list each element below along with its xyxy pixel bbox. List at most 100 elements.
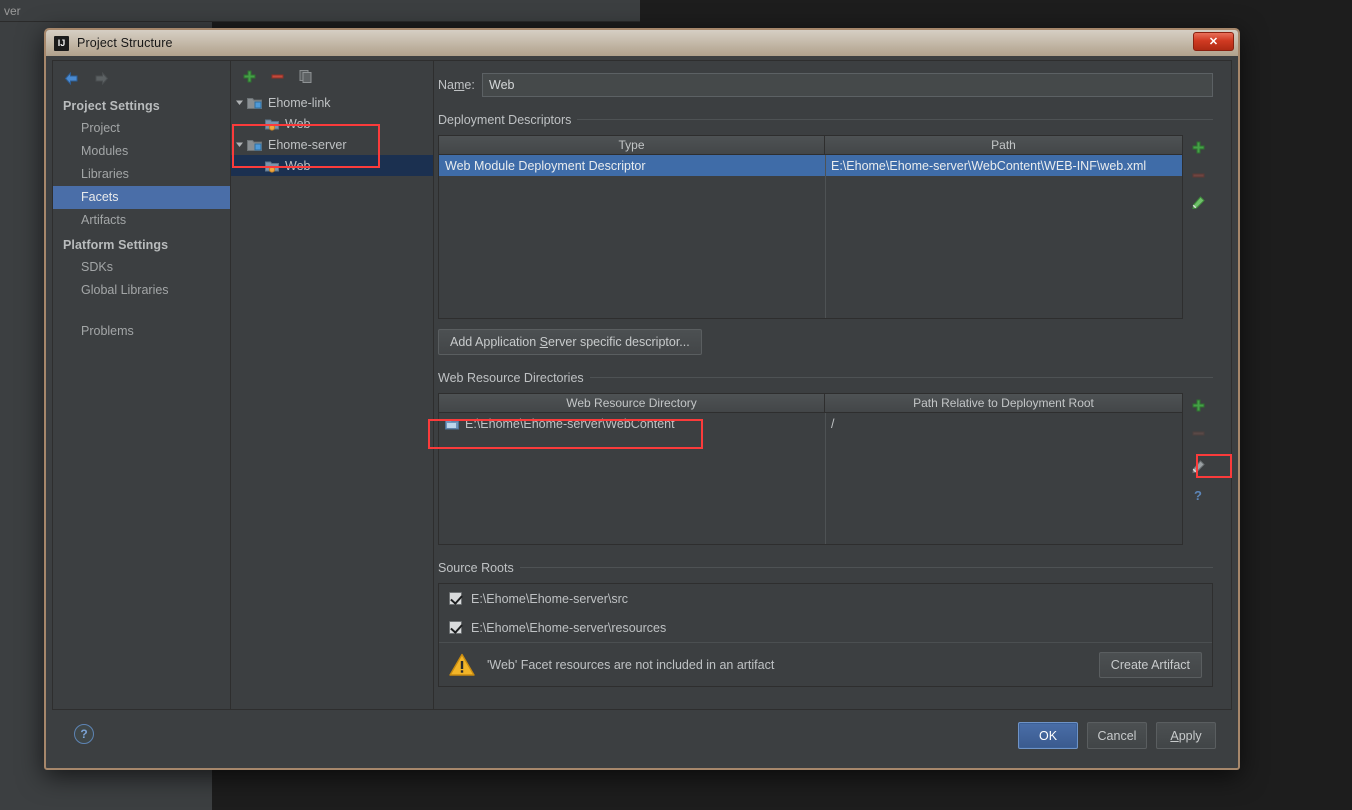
cell-type: Web Module Deployment Descriptor bbox=[445, 158, 646, 173]
remove-icon[interactable] bbox=[269, 68, 285, 84]
tree-node-label: Ehome-server bbox=[268, 137, 347, 152]
source-roots-title: Source Roots bbox=[438, 561, 520, 575]
ok-button[interactable]: OK bbox=[1018, 722, 1078, 749]
source-root-item[interactable]: E:\Ehome\Ehome-server\src bbox=[439, 584, 1212, 613]
source-root-item[interactable]: E:\Ehome\Ehome-server\resources bbox=[439, 613, 1212, 642]
add-descriptor-button-row: Add Application Server specific descript… bbox=[438, 329, 1213, 355]
column-header-type[interactable]: Type bbox=[439, 136, 825, 154]
add-web-resource-button[interactable] bbox=[1189, 396, 1207, 414]
table-body: E:\Ehome\Ehome-server\WebContent / bbox=[439, 413, 1182, 544]
source-roots-section-header: Source Roots bbox=[438, 559, 1213, 577]
cancel-button[interactable]: Cancel bbox=[1087, 722, 1147, 749]
column-header-path[interactable]: Path bbox=[825, 136, 1182, 154]
source-roots-box: E:\Ehome\Ehome-server\src E:\Ehome\Ehome… bbox=[438, 583, 1213, 687]
add-descriptor-button[interactable] bbox=[1189, 138, 1207, 156]
close-icon[interactable]: ✕ bbox=[1193, 32, 1234, 51]
background-tab-strip: ver bbox=[0, 0, 640, 22]
deployment-descriptors-section-header: Deployment Descriptors bbox=[438, 111, 1213, 129]
tree-node-label: Web bbox=[285, 158, 311, 173]
section-divider bbox=[438, 567, 1213, 568]
tree-node-label: Web bbox=[285, 116, 311, 131]
web-facet-icon bbox=[265, 160, 279, 173]
web-resource-directory-path: E:\Ehome\Ehome-server\WebContent bbox=[465, 416, 675, 431]
sidebar-item-libraries[interactable]: Libraries bbox=[53, 163, 230, 186]
facets-tree: Ehome-link Web Ehome-server Web bbox=[231, 92, 433, 176]
web-facet-icon bbox=[265, 118, 279, 131]
help-web-resource-button[interactable]: ? bbox=[1189, 486, 1207, 504]
sidebar-item-problems[interactable]: Problems bbox=[53, 320, 230, 343]
module-icon bbox=[247, 96, 262, 109]
module-icon bbox=[247, 138, 262, 151]
source-root-label: E:\Ehome\Ehome-server\src bbox=[471, 591, 628, 606]
table-row[interactable]: Web Module Deployment Descriptor E:\Ehom… bbox=[439, 155, 1182, 176]
web-resources-title: Web Resource Directories bbox=[438, 371, 590, 385]
artifact-warning-row: 'Web' Facet resources are not included i… bbox=[439, 642, 1212, 686]
tree-row[interactable]: Web bbox=[231, 113, 433, 134]
sidebar-item-project[interactable]: Project bbox=[53, 117, 230, 140]
apply-button[interactable]: Ap ply bbox=[1156, 722, 1216, 749]
checkbox-icon[interactable] bbox=[449, 592, 462, 605]
column-header-web-resource-directory[interactable]: Web Resource Directory bbox=[439, 394, 825, 412]
dialog-title: Project Structure bbox=[77, 36, 173, 50]
sidebar-item-sdks[interactable]: SDKs bbox=[53, 256, 230, 279]
facets-tree-toolbar bbox=[231, 61, 433, 90]
warning-triangle-icon bbox=[449, 653, 475, 677]
web-resources-table: Web Resource Directory Path Relative to … bbox=[438, 393, 1183, 545]
deployment-descriptors-table-wrap: Type Path Web Module Deployment Descript… bbox=[438, 135, 1213, 319]
remove-descriptor-button[interactable] bbox=[1189, 166, 1207, 184]
sidebar-item-facets[interactable]: Facets bbox=[53, 186, 230, 209]
tree-node-label: Ehome-link bbox=[268, 95, 331, 110]
project-structure-dialog: IJ Project Structure ✕ Project Settings … bbox=[44, 28, 1240, 770]
column-header-path-relative[interactable]: Path Relative to Deployment Root bbox=[825, 394, 1182, 412]
svg-text:?: ? bbox=[1194, 488, 1202, 502]
source-root-label: E:\Ehome\Ehome-server\resources bbox=[471, 620, 667, 635]
tree-row[interactable]: Ehome-server bbox=[231, 134, 433, 155]
folder-icon bbox=[445, 418, 459, 430]
background-tab-label: ver bbox=[4, 4, 21, 18]
sidebar-item-global-libraries[interactable]: Global Libraries bbox=[53, 279, 230, 302]
sidebar-item-modules[interactable]: Modules bbox=[53, 140, 230, 163]
edit-descriptor-button[interactable] bbox=[1189, 194, 1207, 212]
arrow-left-icon[interactable] bbox=[61, 69, 81, 87]
web-resources-section-header: Web Resource Directories bbox=[438, 369, 1213, 387]
sidebar-group-platform-settings: Platform Settings bbox=[63, 238, 169, 252]
add-app-server-descriptor-button[interactable]: Add Application Server specific descript… bbox=[438, 329, 702, 355]
column-splitter[interactable] bbox=[825, 155, 826, 318]
name-label: Name: bbox=[438, 78, 475, 92]
add-icon[interactable] bbox=[241, 68, 257, 84]
chevron-down-icon[interactable] bbox=[231, 140, 247, 149]
chevron-down-icon[interactable] bbox=[231, 98, 247, 107]
navigation-arrows bbox=[53, 61, 230, 93]
footer-button-group: OK Cancel Ap ply bbox=[1018, 722, 1216, 749]
tree-row[interactable]: Web bbox=[231, 155, 433, 176]
cell-relative-path: / bbox=[831, 416, 835, 431]
sidebar-item-artifacts[interactable]: Artifacts bbox=[53, 209, 230, 232]
table-header: Type Path bbox=[439, 136, 1182, 155]
dialog-titlebar[interactable]: IJ Project Structure ✕ bbox=[46, 30, 1238, 56]
intellij-logo-icon: IJ bbox=[54, 35, 69, 51]
table-row[interactable]: E:\Ehome\Ehome-server\WebContent / bbox=[439, 413, 1182, 434]
checkbox-icon[interactable] bbox=[449, 621, 462, 634]
sidebar-group-project-settings: Project Settings bbox=[63, 99, 160, 113]
table-body: Web Module Deployment Descriptor E:\Ehom… bbox=[439, 155, 1182, 318]
deployment-descriptors-title: Deployment Descriptors bbox=[438, 113, 578, 127]
deployment-descriptors-rail bbox=[1183, 135, 1213, 319]
dialog-body: Project Settings Project Modules Librari… bbox=[52, 60, 1232, 762]
settings-sidebar: Project Settings Project Modules Librari… bbox=[53, 61, 231, 709]
web-resources-table-wrap: Web Resource Directory Path Relative to … bbox=[438, 393, 1213, 545]
artifact-warning-text: 'Web' Facet resources are not included i… bbox=[487, 657, 775, 672]
dialog-content: Project Settings Project Modules Librari… bbox=[52, 60, 1232, 710]
cell-web-resource-directory: E:\Ehome\Ehome-server\WebContent bbox=[439, 417, 825, 431]
name-row: Name: bbox=[434, 61, 1231, 97]
tree-row[interactable]: Ehome-link bbox=[231, 92, 433, 113]
column-splitter[interactable] bbox=[825, 413, 826, 544]
copy-icon[interactable] bbox=[297, 68, 313, 84]
arrow-right-icon bbox=[91, 69, 111, 87]
deployment-descriptors-table: Type Path Web Module Deployment Descript… bbox=[438, 135, 1183, 319]
facets-tree-panel: Ehome-link Web Ehome-server Web bbox=[231, 61, 434, 709]
help-icon[interactable]: ? bbox=[74, 724, 94, 744]
edit-web-resource-button[interactable] bbox=[1189, 458, 1207, 476]
remove-web-resource-button[interactable] bbox=[1189, 424, 1207, 442]
create-artifact-button[interactable]: Create Artifact bbox=[1098, 651, 1202, 678]
name-input[interactable] bbox=[482, 73, 1213, 97]
